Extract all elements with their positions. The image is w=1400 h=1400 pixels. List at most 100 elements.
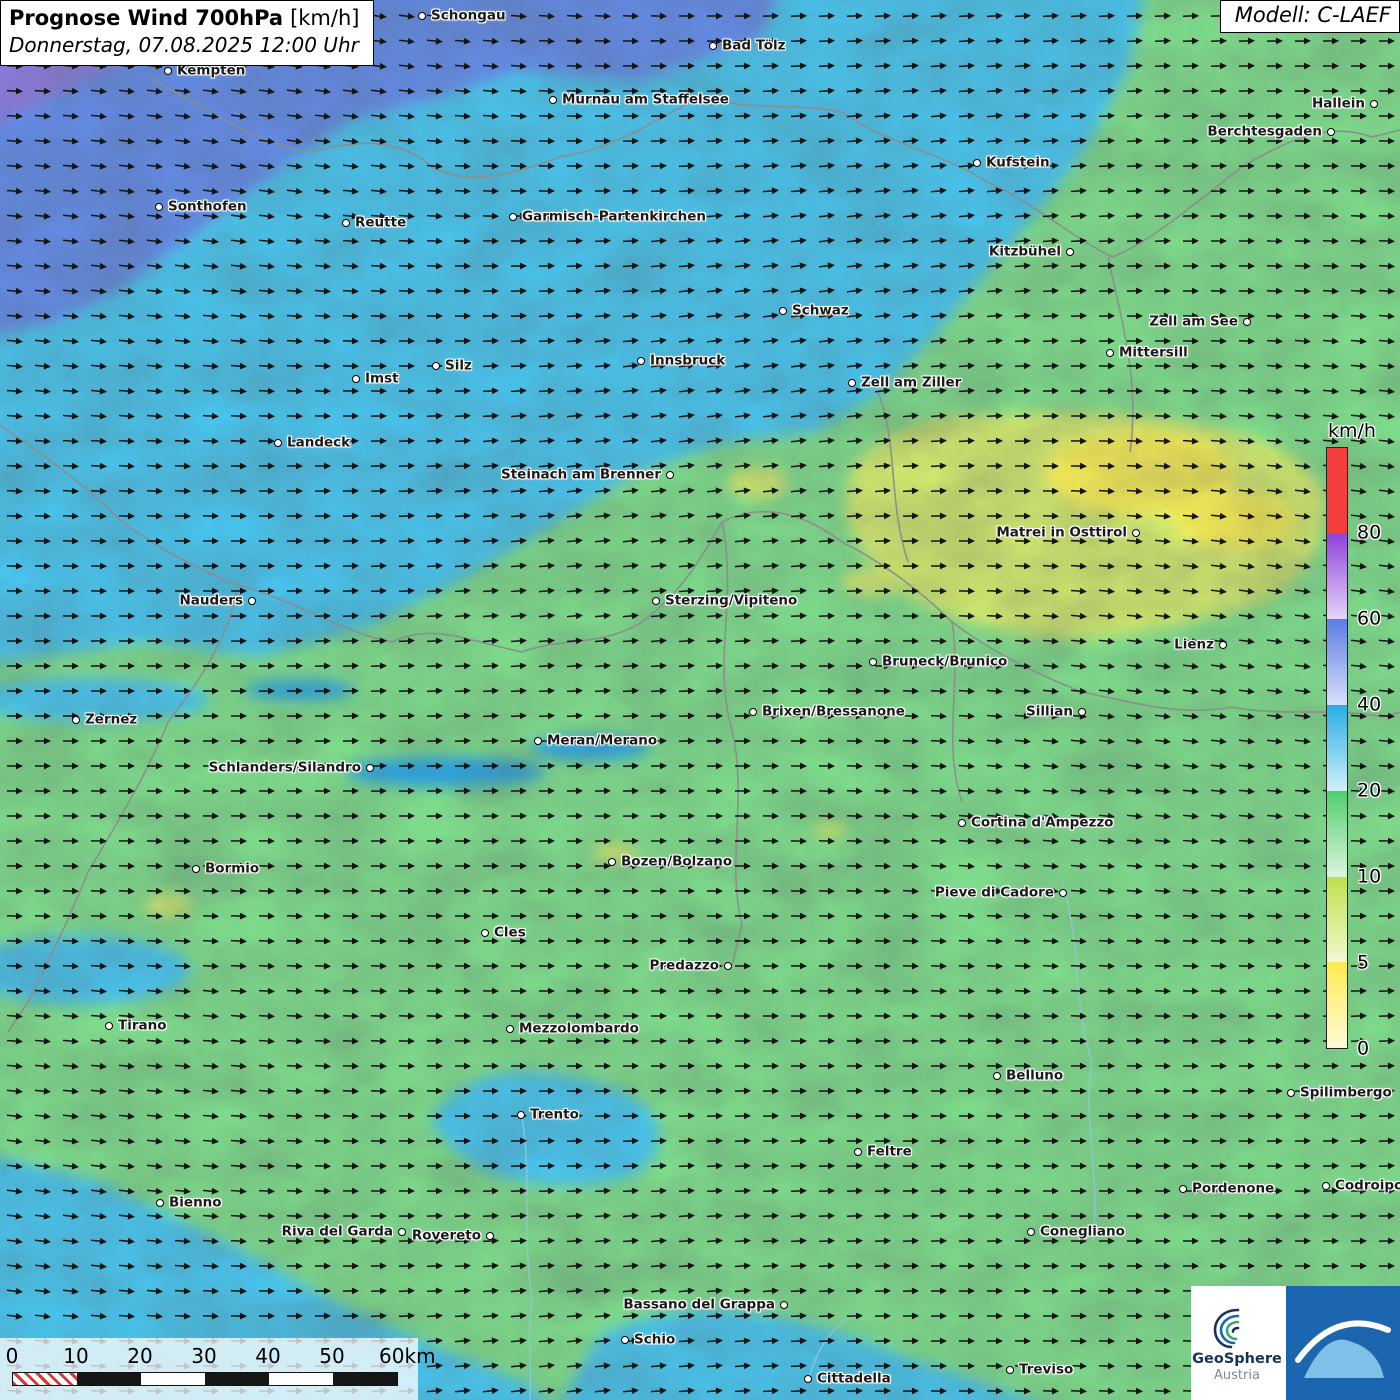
- city-label: Imst: [365, 371, 399, 387]
- city-dot: [398, 1228, 406, 1236]
- city-dot: [958, 819, 966, 827]
- city-dot: [248, 597, 256, 605]
- city-label: Kufstein: [986, 155, 1050, 171]
- legend-tick: 0: [1357, 1038, 1369, 1060]
- scalebar-labels: 0102030405060km: [0, 1342, 418, 1370]
- city-label: Schio: [634, 1332, 675, 1348]
- city-dot: [1006, 1366, 1014, 1374]
- legend-class-10-20: [1327, 791, 1347, 877]
- map-title: Prognose Wind 700hPa [km/h]: [9, 5, 359, 32]
- city-dot: [1027, 1228, 1035, 1236]
- city-label: Mezzolombardo: [519, 1021, 639, 1037]
- city-dot: [72, 716, 80, 724]
- geosphere-country: Austria: [1214, 1368, 1260, 1383]
- city-dot: [517, 1111, 525, 1119]
- city-dot: [749, 708, 757, 716]
- city-label: Mittersill: [1119, 345, 1188, 361]
- wind-speed-legend: km/h 806040201050: [1326, 420, 1376, 1049]
- city-dot: [869, 658, 877, 666]
- legend-class-60-80: [1327, 534, 1347, 620]
- city-dot: [274, 439, 282, 447]
- city-dot: [1106, 349, 1114, 357]
- geosphere-name: GeoSphere: [1192, 1351, 1282, 1367]
- city-label: Pordenone: [1192, 1181, 1274, 1197]
- city-dot: [1243, 318, 1251, 326]
- legend-colorbar-row: 806040201050: [1326, 447, 1376, 1049]
- legend-tick: 60: [1357, 608, 1381, 630]
- city-label: Cortina d'Ampezzo: [971, 815, 1113, 831]
- city-label: Sonthofen: [168, 199, 247, 215]
- city-dot: [621, 1336, 629, 1344]
- city-label: Riva del Garda: [282, 1224, 393, 1240]
- scalebar-segment: [141, 1373, 205, 1385]
- city-dot: [352, 375, 360, 383]
- city-label: Bienno: [169, 1195, 222, 1211]
- city-label: Reutte: [355, 215, 406, 231]
- city-dot: [1078, 708, 1086, 716]
- scalebar-label: 50: [319, 1344, 344, 1368]
- city-dot: [804, 1375, 812, 1383]
- scalebar-label: 20: [127, 1344, 152, 1368]
- city-label: Lienz: [1174, 637, 1214, 653]
- city-label: Brixen/Bressanone: [762, 704, 905, 720]
- city-label: Kitzbühel: [989, 244, 1061, 260]
- city-dot: [780, 1301, 788, 1309]
- city-label: Zell am See: [1149, 314, 1238, 330]
- city-label: Cittadella: [817, 1371, 891, 1387]
- city-label: Codroipo: [1335, 1178, 1400, 1194]
- map-title-text: Prognose Wind 700hPa: [9, 6, 283, 30]
- legend-colorbar: [1326, 447, 1348, 1049]
- city-dot: [666, 471, 674, 479]
- map-datetime: Donnerstag, 07.08.2025 12:00 Uhr: [9, 32, 359, 58]
- city-label: Conegliano: [1040, 1224, 1125, 1240]
- city-dot: [848, 379, 856, 387]
- city-label: Bormio: [205, 861, 259, 877]
- city-dot: [709, 42, 717, 50]
- scalebar-label: 10: [63, 1344, 88, 1368]
- map-title-unit: [km/h]: [290, 6, 359, 30]
- city-label: Bad Tölz: [722, 38, 785, 54]
- city-dot: [1370, 100, 1378, 108]
- map-scalebar: 0102030405060km: [0, 1338, 418, 1400]
- city-dot: [779, 307, 787, 315]
- city-dot: [608, 858, 616, 866]
- city-dot: [1219, 641, 1227, 649]
- scalebar-segment: [333, 1373, 397, 1385]
- city-dot: [1287, 1089, 1295, 1097]
- city-dot: [549, 96, 557, 104]
- city-label: Zernez: [85, 712, 137, 728]
- city-dot: [534, 737, 542, 745]
- city-label: Meran/Merano: [547, 733, 657, 749]
- city-label: Spilimbergo: [1300, 1085, 1392, 1101]
- city-dot: [1179, 1185, 1187, 1193]
- scalebar-segment: [205, 1373, 269, 1385]
- city-dot: [854, 1148, 862, 1156]
- legend-tick: 20: [1357, 780, 1381, 802]
- city-label: Berchtesgaden: [1207, 124, 1322, 140]
- scalebar-segment: [77, 1373, 141, 1385]
- city-label: Treviso: [1019, 1362, 1073, 1378]
- city-dot: [652, 597, 660, 605]
- city-label: Predazzo: [650, 958, 719, 974]
- city-label: Trento: [530, 1107, 579, 1123]
- scalebar-label: 40: [255, 1344, 280, 1368]
- city-label: Rovereto: [412, 1228, 481, 1244]
- geosphere-swirl-icon: [1208, 1304, 1266, 1350]
- city-label: Silz: [445, 358, 472, 374]
- legend-class-0-5: [1327, 962, 1347, 1048]
- city-dot: [1322, 1182, 1330, 1190]
- city-dot: [1059, 889, 1067, 897]
- city-dot: [973, 159, 981, 167]
- city-dot: [637, 357, 645, 365]
- scalebar-bar: [12, 1372, 398, 1386]
- scalebar-segment: [13, 1373, 77, 1385]
- legend-class-5-10: [1327, 877, 1347, 963]
- city-dot: [366, 764, 374, 772]
- title-box: Prognose Wind 700hPa [km/h] Donnerstag, 0…: [0, 0, 374, 66]
- city-dot: [506, 1025, 514, 1033]
- city-dot: [509, 213, 517, 221]
- city-dot: [432, 362, 440, 370]
- city-label: Steinach am Brenner: [501, 467, 661, 483]
- mountain-logo-icon: [1286, 1286, 1400, 1400]
- legend-tick: 40: [1357, 694, 1381, 716]
